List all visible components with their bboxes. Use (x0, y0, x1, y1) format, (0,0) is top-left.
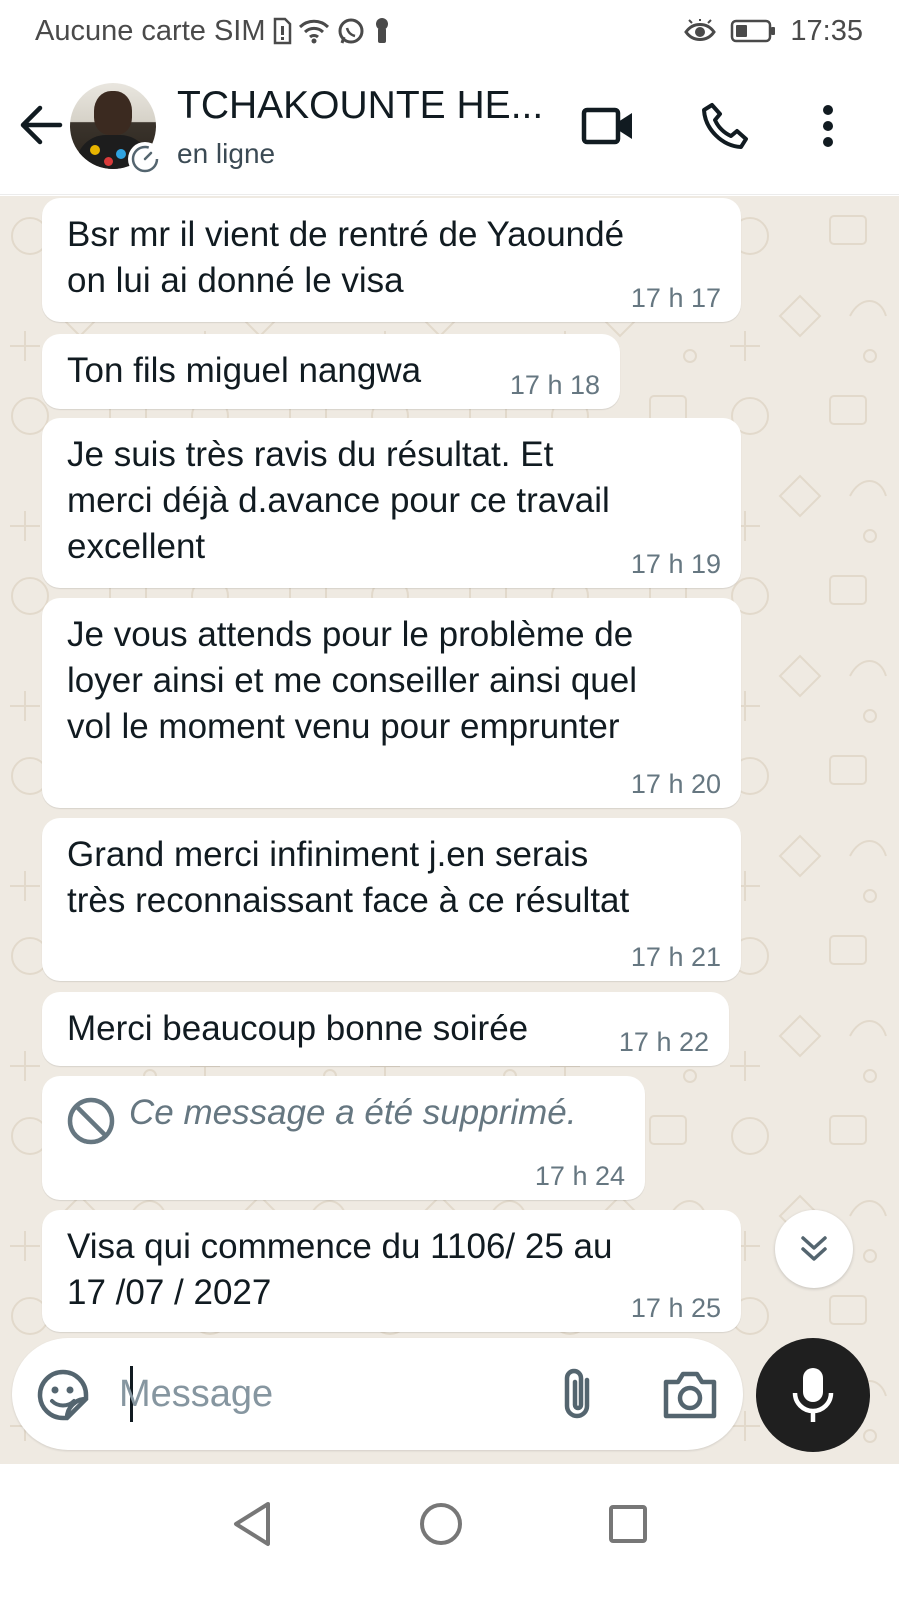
emoji-sticker-icon[interactable] (36, 1368, 90, 1422)
message-time: 17 h 24 (534, 1161, 625, 1191)
nav-back-icon[interactable] (222, 1494, 282, 1554)
whatsapp-status-icon (336, 16, 366, 46)
phone-icon[interactable] (697, 98, 753, 154)
message-bubble[interactable]: Grand merci infiniment j.en serais très … (42, 818, 741, 981)
message-text: Visa qui commence du 1106/ 25 au 17 /07 … (67, 1227, 613, 1312)
message-text: Merci beaucoup bonne soirée (67, 1009, 529, 1048)
nav-home-icon[interactable] (411, 1494, 471, 1554)
message-time: 17 h 25 (630, 1293, 721, 1323)
more-vert-icon[interactable] (800, 98, 856, 154)
eye-icon (684, 19, 717, 43)
contact-name[interactable]: TCHAKOUNTE HE... (177, 84, 543, 128)
status-left: Aucune carte SIM (35, 15, 392, 48)
message-bubble[interactable]: Je vous attends pour le problème de loye… (42, 598, 741, 808)
key-icon (372, 16, 392, 46)
message-bubble[interactable]: Bsr mr il vient de rentré de Yaoundé on … (42, 198, 741, 322)
disappearing-timer-icon (128, 142, 162, 176)
message-time: 17 h 19 (630, 549, 721, 579)
deleted-message-text: Ce message a été supprimé. (129, 1093, 577, 1132)
mic-icon (792, 1368, 834, 1422)
mic-button[interactable] (756, 1338, 870, 1452)
message-bubble[interactable]: Je suis très ravis du résultat. Et merci… (42, 418, 741, 588)
avatar-pattern (104, 157, 113, 166)
nav-recents-icon[interactable] (598, 1494, 658, 1554)
avatar-pattern (90, 145, 100, 155)
message-text: Bsr mr il vient de rentré de Yaoundé on … (67, 215, 625, 300)
message-text: Je vous attends pour le problème de loye… (67, 615, 637, 746)
message-bubble[interactable]: Ton fils miguel nangwa 17 h 18 (42, 334, 620, 409)
sim-missing-icon (272, 17, 292, 45)
carrier-text: Aucune carte SIM (35, 14, 266, 47)
message-bubble[interactable]: Merci beaucoup bonne soirée 17 h 22 (42, 992, 729, 1066)
scroll-to-bottom-button[interactable] (775, 1210, 853, 1288)
presence-status: en ligne (177, 138, 276, 169)
message-time: 17 h 17 (630, 283, 721, 313)
avatar-pattern (116, 149, 126, 159)
system-nav-bar (0, 1464, 899, 1599)
back-arrow-icon[interactable] (16, 100, 66, 150)
deleted-message-bubble[interactable]: Ce message a été supprimé. 17 h 24 (42, 1076, 645, 1200)
clock-text: 17:35 (790, 14, 863, 47)
message-input[interactable] (119, 1360, 539, 1428)
message-time: 17 h 21 (630, 942, 721, 972)
message-time: 17 h 20 (630, 769, 721, 799)
message-text: Grand merci infiniment j.en serais très … (67, 835, 630, 920)
video-call-icon[interactable] (580, 98, 636, 154)
status-bar: Aucune carte SIM 17:35 (0, 0, 899, 62)
battery-icon (730, 19, 776, 43)
message-composer (12, 1338, 743, 1450)
chat-area[interactable]: Bsr mr il vient de rentré de Yaoundé on … (0, 196, 899, 1464)
message-text: Je suis très ravis du résultat. Et merci… (67, 435, 610, 566)
camera-icon[interactable] (662, 1368, 718, 1420)
message-time: 17 h 22 (618, 1027, 709, 1057)
message-time: 17 h 18 (509, 370, 600, 400)
status-right: 17:35 (684, 15, 863, 48)
avatar-face (94, 91, 132, 135)
wifi-icon (298, 18, 330, 44)
attach-icon[interactable] (557, 1366, 601, 1422)
chat-header: TCHAKOUNTE HE... en ligne (0, 62, 899, 195)
message-bubble[interactable]: Visa qui commence du 1106/ 25 au 17 /07 … (42, 1210, 741, 1332)
chevron-double-down-icon (801, 1236, 827, 1261)
prohibited-icon (66, 1096, 116, 1146)
